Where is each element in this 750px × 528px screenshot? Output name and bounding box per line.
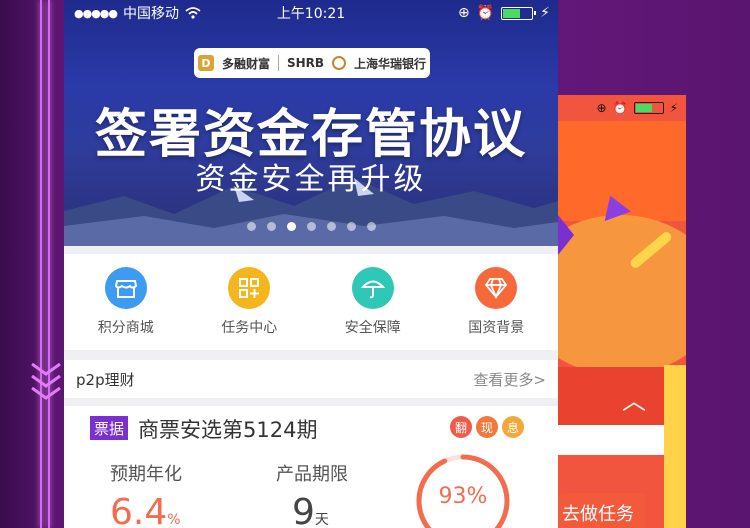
task-grid-icon — [228, 267, 271, 309]
decor-triangle — [558, 215, 574, 255]
rate-label: 预期年化 — [110, 464, 182, 485]
neon-line-left — [40, 0, 42, 528]
brand-logo-pill: D 多融财富 SHRB 上海华瑞银行 — [194, 48, 430, 78]
pager-dot[interactable] — [306, 222, 316, 231]
quick-item-label: 任务中心 — [221, 320, 278, 336]
pager-dot[interactable] — [286, 222, 296, 231]
rate-value: 6.4 — [110, 492, 168, 528]
term-value: 9 — [292, 492, 315, 528]
term-label: 产品期限 — [276, 464, 348, 485]
badge-interest: 息 — [502, 416, 524, 438]
p2p-section-header: p2p理财 查看更多> — [64, 360, 558, 398]
diamond-icon — [475, 267, 518, 309]
lock-rotation-icon: ⊕ — [596, 101, 607, 115]
back-card-header[interactable]: ︿ — [558, 367, 664, 427]
banner-carousel[interactable]: D 多融财富 SHRB 上海华瑞银行 签署资金存管协议 资金安全再升级 — [64, 0, 558, 246]
brand-right-name: 上海华瑞银行 — [354, 56, 427, 71]
quick-item-points-mall[interactable]: 积分商城 — [71, 267, 181, 337]
pager-dot[interactable] — [366, 222, 376, 231]
banner-subtitle: 资金安全再升级 — [195, 162, 427, 197]
rate-value-group: 6.4% — [110, 492, 181, 528]
view-more-link[interactable]: 查看更多> — [473, 369, 546, 390]
brand-left-name: 多融财富 — [221, 56, 270, 71]
quick-item-label: 积分商城 — [97, 320, 154, 336]
chevron-up-icon[interactable]: ︿ — [622, 381, 646, 416]
alarm-icon: ⏰ — [476, 5, 495, 21]
quick-item-label: 国资背景 — [468, 320, 525, 336]
back-decor-column — [664, 365, 686, 528]
quick-item-task-center[interactable]: 任务中心 — [194, 267, 304, 337]
product-card[interactable]: 票据 商票安选第5124期 翻 现 息 预期年化 产品期限 6.4% 9天 93… — [64, 406, 558, 528]
back-card-body — [558, 425, 664, 455]
progress-text: 93% — [438, 484, 488, 509]
chevron-down-icon — [31, 362, 61, 400]
quick-item-label: 安全保障 — [344, 320, 401, 336]
rate-unit: % — [167, 512, 181, 528]
battery-icon — [633, 102, 664, 114]
brand-divider — [277, 55, 279, 71]
duorong-logo-icon: D — [197, 55, 214, 71]
shop-icon — [104, 267, 147, 309]
alarm-icon: ⏰ — [612, 101, 628, 115]
product-name: 商票安选第5124期 — [138, 418, 318, 442]
product-tag: 票据 — [90, 416, 129, 440]
badge-cash: 现 — [476, 416, 498, 438]
charging-icon: ⚡ — [669, 101, 678, 115]
quick-item-state-background[interactable]: 国资背景 — [441, 267, 551, 337]
product-badges: 翻 现 息 — [450, 416, 524, 438]
rotation-lock-icon: ⊕ — [457, 5, 470, 21]
pager-dot[interactable] — [246, 222, 256, 231]
badge-flip: 翻 — [450, 416, 472, 438]
pager-dot[interactable] — [266, 222, 276, 231]
section-title: p2p理财 — [76, 370, 135, 389]
do-task-button[interactable]: 去做任务 — [558, 493, 646, 528]
battery-icon — [501, 6, 537, 20]
pager-dot[interactable] — [326, 222, 336, 231]
term-value-group: 9天 — [292, 492, 329, 528]
carousel-pager[interactable] — [64, 222, 558, 231]
quick-menu: 积分商城 任务中心 安全保障 国资背景 — [64, 254, 558, 350]
neon-line-right — [48, 0, 50, 528]
status-bar: ●●●●● 中国移动 上午10:21 ⊕ ⏰ ⚡ — [64, 0, 558, 26]
front-phone-screen: D 多融财富 SHRB 上海华瑞银行 签署资金存管协议 资金安全再升级 ●●●●… — [64, 0, 558, 528]
umbrella-icon — [351, 267, 394, 309]
brand-right-code: SHRB — [286, 56, 325, 70]
term-unit: 天 — [314, 512, 329, 528]
pager-dot[interactable] — [346, 222, 356, 231]
shrb-logo-icon — [332, 56, 347, 70]
charging-icon: ⚡ — [540, 5, 550, 21]
quick-item-security[interactable]: 安全保障 — [318, 267, 428, 337]
